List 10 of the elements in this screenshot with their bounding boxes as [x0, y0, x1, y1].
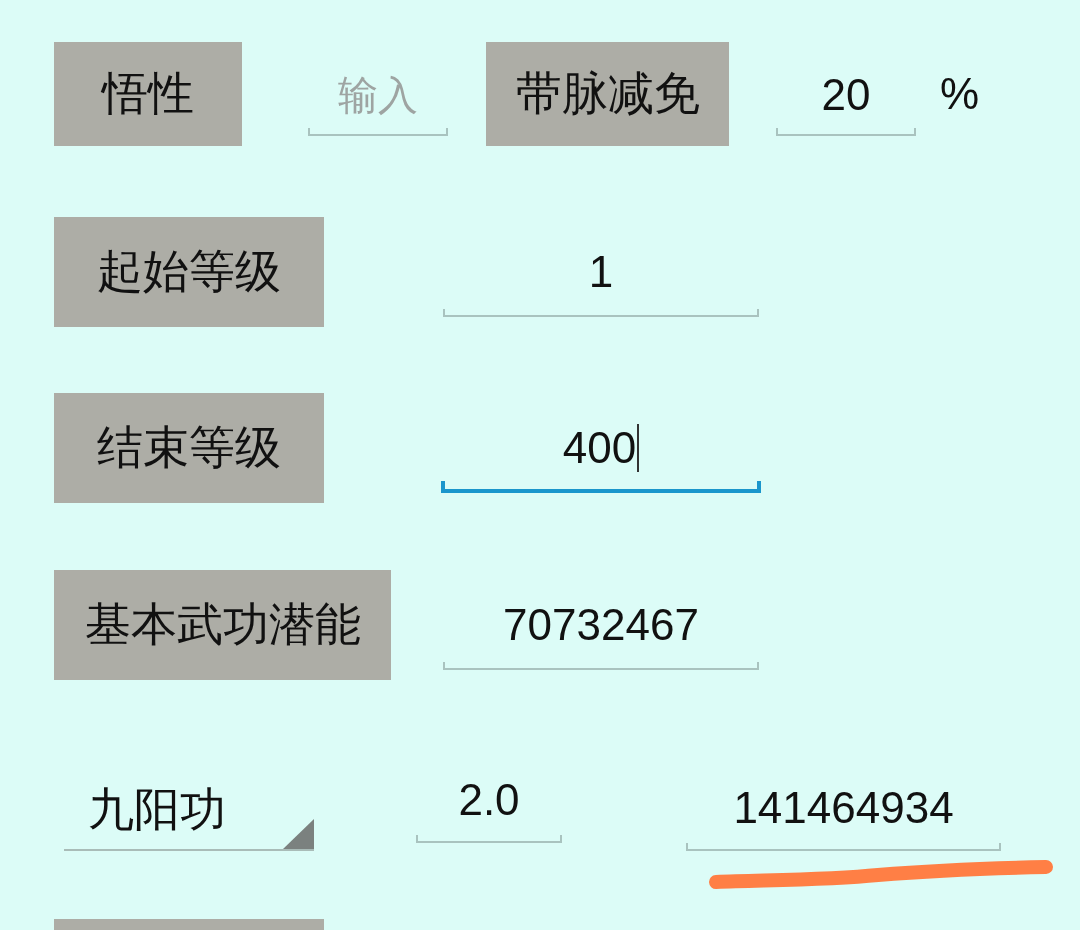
stat-button[interactable]: 结束等级 [54, 393, 324, 503]
stat-button[interactable]: 带脉减免 [486, 42, 729, 146]
stat-button[interactable]: 悟性 [54, 42, 242, 146]
dropdown[interactable]: 九阳功 [64, 771, 314, 851]
text-cursor-icon [637, 424, 640, 472]
unit-label: % [940, 69, 980, 119]
dropdown-triangle-icon [283, 819, 314, 849]
stat-button[interactable]: 基本武功潜能 [54, 570, 391, 680]
stat-button[interactable]: 起始等级 [54, 217, 324, 327]
cut-off-button[interactable] [54, 919, 324, 930]
